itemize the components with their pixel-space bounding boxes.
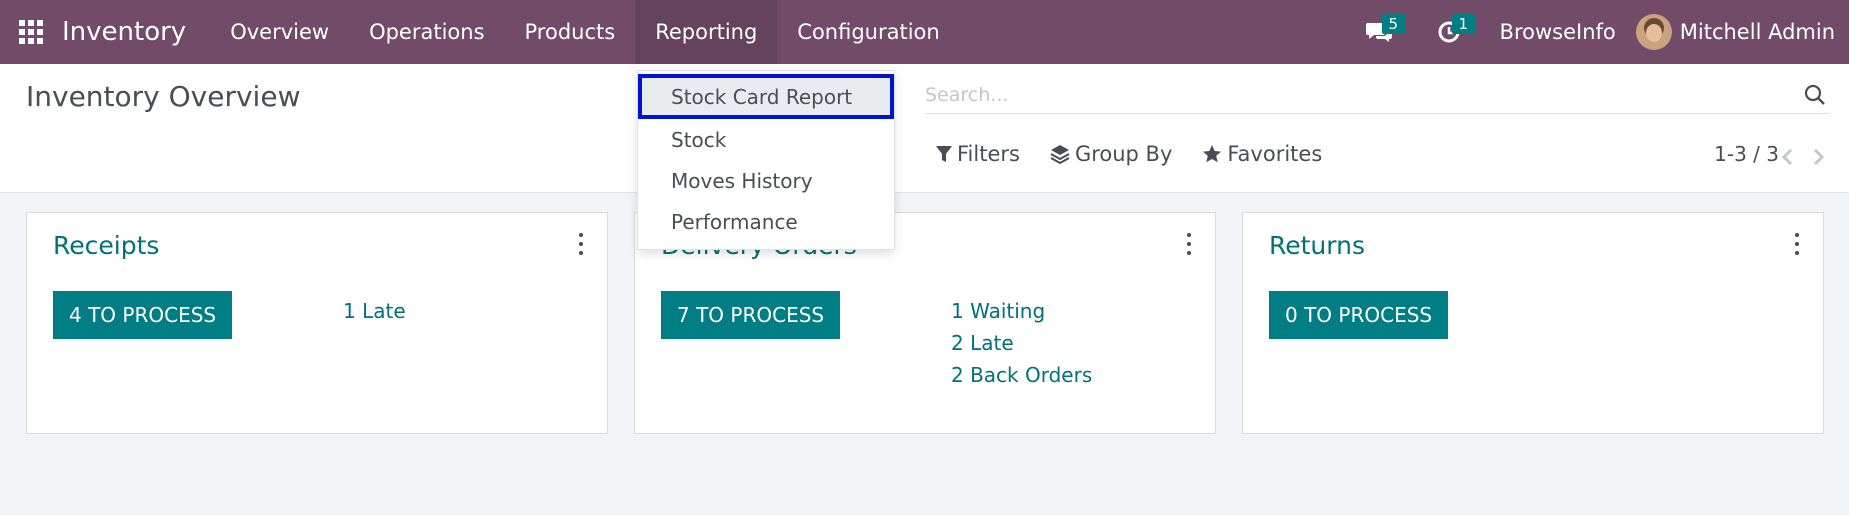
pager-previous-icon[interactable] bbox=[1771, 144, 1803, 170]
favorites-button[interactable]: Favorites bbox=[1202, 142, 1322, 166]
stat-back-orders[interactable]: 2 Back Orders bbox=[951, 359, 1092, 391]
star-icon bbox=[1203, 145, 1222, 163]
group-by-button[interactable]: Group By bbox=[1050, 142, 1172, 166]
user-name: Mitchell Admin bbox=[1679, 20, 1835, 44]
company-switcher[interactable]: BrowseInfo bbox=[1484, 20, 1636, 44]
nav-products[interactable]: Products bbox=[505, 0, 636, 64]
card-returns: Returns 0 TO PROCESS bbox=[1242, 212, 1824, 434]
user-menu[interactable]: Mitchell Admin bbox=[1635, 14, 1849, 50]
page-title: Inventory Overview bbox=[26, 80, 301, 113]
apps-menu-icon[interactable] bbox=[0, 0, 62, 64]
group-by-label: Group By bbox=[1074, 142, 1173, 166]
filters-label: Filters bbox=[957, 142, 1020, 166]
menu-item-performance[interactable]: Performance bbox=[638, 201, 894, 242]
to-process-button[interactable]: 0 TO PROCESS bbox=[1269, 291, 1449, 339]
nav-configuration[interactable]: Configuration bbox=[777, 0, 959, 64]
nav-overview[interactable]: Overview bbox=[210, 0, 349, 64]
card-menu-icon[interactable] bbox=[577, 233, 585, 255]
to-process-button[interactable]: 4 TO PROCESS bbox=[53, 291, 233, 339]
control-panel: Inventory Overview Filters Group By Favo… bbox=[0, 64, 1849, 193]
search-options: Filters Group By Favorites bbox=[936, 142, 1352, 166]
card-title[interactable]: Returns bbox=[1269, 231, 1365, 260]
stat-late[interactable]: 2 Late bbox=[951, 327, 1092, 359]
activities-button[interactable]: 1 bbox=[1414, 0, 1484, 64]
layers-icon bbox=[1050, 145, 1070, 164]
filter-icon bbox=[936, 146, 952, 162]
menu-item-moves-history[interactable]: Moves History bbox=[638, 160, 894, 201]
messages-badge: 5 bbox=[1381, 14, 1406, 34]
card-stats: 1 Late bbox=[343, 295, 406, 327]
card-title[interactable]: Receipts bbox=[53, 231, 159, 260]
pager-value[interactable]: 1-3 / 3 bbox=[1714, 142, 1779, 166]
menu-item-stock-card-report[interactable]: Stock Card Report bbox=[638, 74, 894, 119]
nav-reporting[interactable]: Reporting bbox=[635, 0, 778, 64]
card-menu-icon[interactable] bbox=[1793, 233, 1801, 255]
app-brand[interactable]: Inventory bbox=[62, 17, 186, 47]
card-stats: 1 Waiting 2 Late 2 Back Orders bbox=[951, 295, 1092, 391]
filters-button[interactable]: Filters bbox=[936, 142, 1020, 166]
search-bar bbox=[925, 76, 1830, 114]
avatar bbox=[1635, 14, 1672, 50]
nav-operations[interactable]: Operations bbox=[349, 0, 504, 64]
reporting-dropdown: Stock Card Report Stock Moves History Pe… bbox=[637, 70, 895, 250]
favorites-label: Favorites bbox=[1227, 142, 1323, 166]
messages-button[interactable]: 5 bbox=[1344, 0, 1414, 64]
to-process-button[interactable]: 7 TO PROCESS bbox=[661, 291, 841, 339]
search-icon[interactable] bbox=[1800, 84, 1830, 106]
card-menu-icon[interactable] bbox=[1185, 233, 1193, 255]
stat-late[interactable]: 1 Late bbox=[343, 295, 406, 327]
menu-item-stock[interactable]: Stock bbox=[638, 119, 894, 160]
pager-arrows bbox=[1771, 144, 1835, 170]
activities-badge: 1 bbox=[1451, 14, 1476, 34]
stat-waiting[interactable]: 1 Waiting bbox=[951, 295, 1092, 327]
card-receipts: Receipts 4 TO PROCESS 1 Late bbox=[26, 212, 608, 434]
search-input[interactable] bbox=[925, 83, 1800, 106]
pager-next-icon[interactable] bbox=[1803, 144, 1835, 170]
top-navbar: Inventory Overview Operations Products R… bbox=[0, 0, 1849, 64]
